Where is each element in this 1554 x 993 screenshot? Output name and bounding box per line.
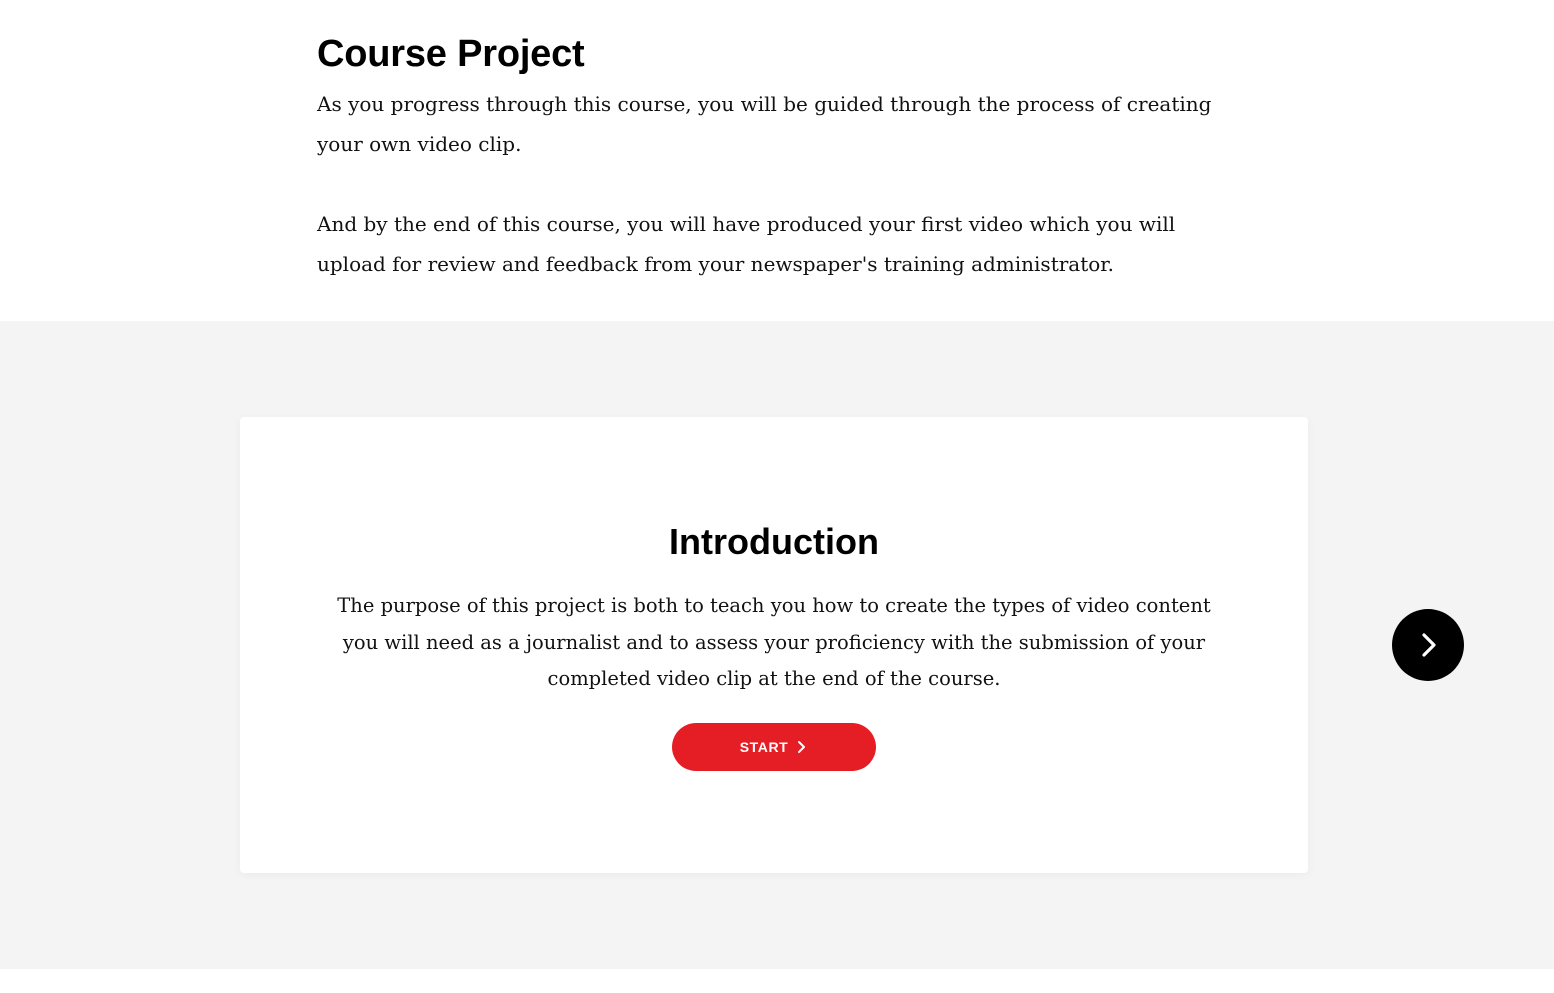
page-footer-gap	[0, 969, 1554, 993]
course-project-section: Course Project As you progress through t…	[0, 0, 1554, 321]
intro-paragraph-1: As you progress through this course, you…	[317, 92, 1212, 156]
start-button[interactable]: START	[672, 723, 876, 771]
intro-paragraph-2: And by the end of this course, you will …	[317, 212, 1176, 276]
card-description: The purpose of this project is both to t…	[337, 594, 1211, 690]
page-title: Course Project	[317, 33, 585, 75]
start-button-label: START	[739, 739, 789, 755]
chevron-right-icon	[798, 741, 806, 753]
chevron-right-icon	[1422, 633, 1436, 657]
card-title: Introduction	[669, 521, 879, 562]
next-slide-button[interactable]	[1392, 609, 1464, 681]
introduction-card: Introduction The purpose of this project…	[240, 417, 1308, 873]
